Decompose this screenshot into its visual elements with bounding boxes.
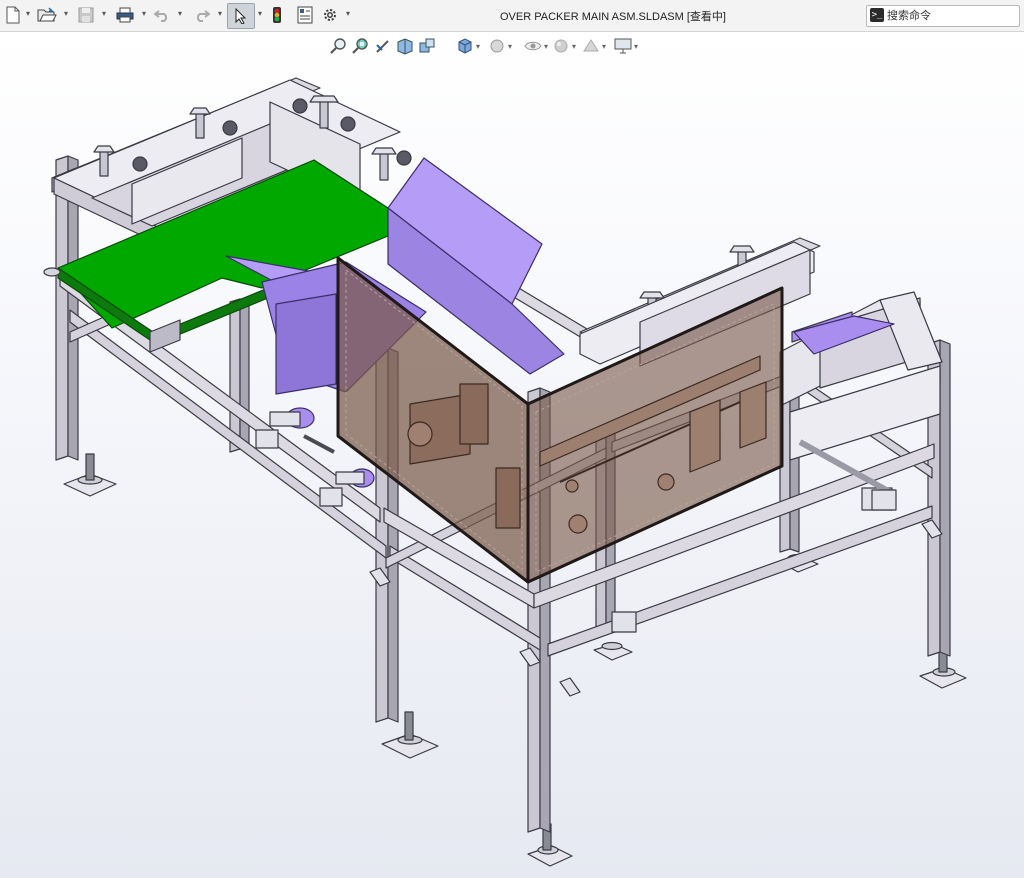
new-document-button[interactable] [4,4,22,26]
select-dropdown[interactable] [256,9,264,19]
redo-icon [196,10,210,22]
leveling-foot-back-left [63,453,117,497]
select-button[interactable] [227,3,255,29]
document-title: OVER PACKER MAIN ASM.SLDASM [查看中] [500,11,726,23]
traffic-light-icon [273,7,281,23]
title-bar: OVER PACKER MAIN ASM.SLDASM [查看中] >_ [0,0,1024,32]
options-button[interactable] [320,4,340,26]
open-button[interactable] [36,4,58,26]
graphics-area[interactable] [0,32,1024,878]
redo-dropdown[interactable] [216,9,224,19]
print-dropdown[interactable] [140,9,148,19]
select-arrow-icon [235,8,247,24]
redo-button[interactable] [192,4,212,26]
assembly-model-render[interactable] [0,32,1024,878]
save-dropdown[interactable] [100,9,108,19]
command-prompt-icon: >_ [870,8,884,22]
open-folder-icon [37,7,57,22]
leveling-foot-front-right [919,647,967,689]
new-document-dropdown[interactable] [24,9,32,19]
search-input[interactable] [887,6,1015,24]
new-document-icon [6,6,20,24]
print-button[interactable] [114,4,136,26]
open-dropdown[interactable] [62,9,70,19]
undo-icon [154,10,168,22]
file-properties-icon [297,6,313,24]
undo-dropdown[interactable] [176,9,184,19]
printer-icon [116,7,134,23]
rebuild-button[interactable] [268,4,286,26]
save-button[interactable] [76,4,96,26]
options-dropdown[interactable] [344,9,352,19]
file-properties-button[interactable] [294,4,316,26]
save-icon [78,7,94,23]
gear-icon [324,9,336,21]
command-search[interactable]: >_ [866,5,1020,27]
undo-button[interactable] [152,4,172,26]
